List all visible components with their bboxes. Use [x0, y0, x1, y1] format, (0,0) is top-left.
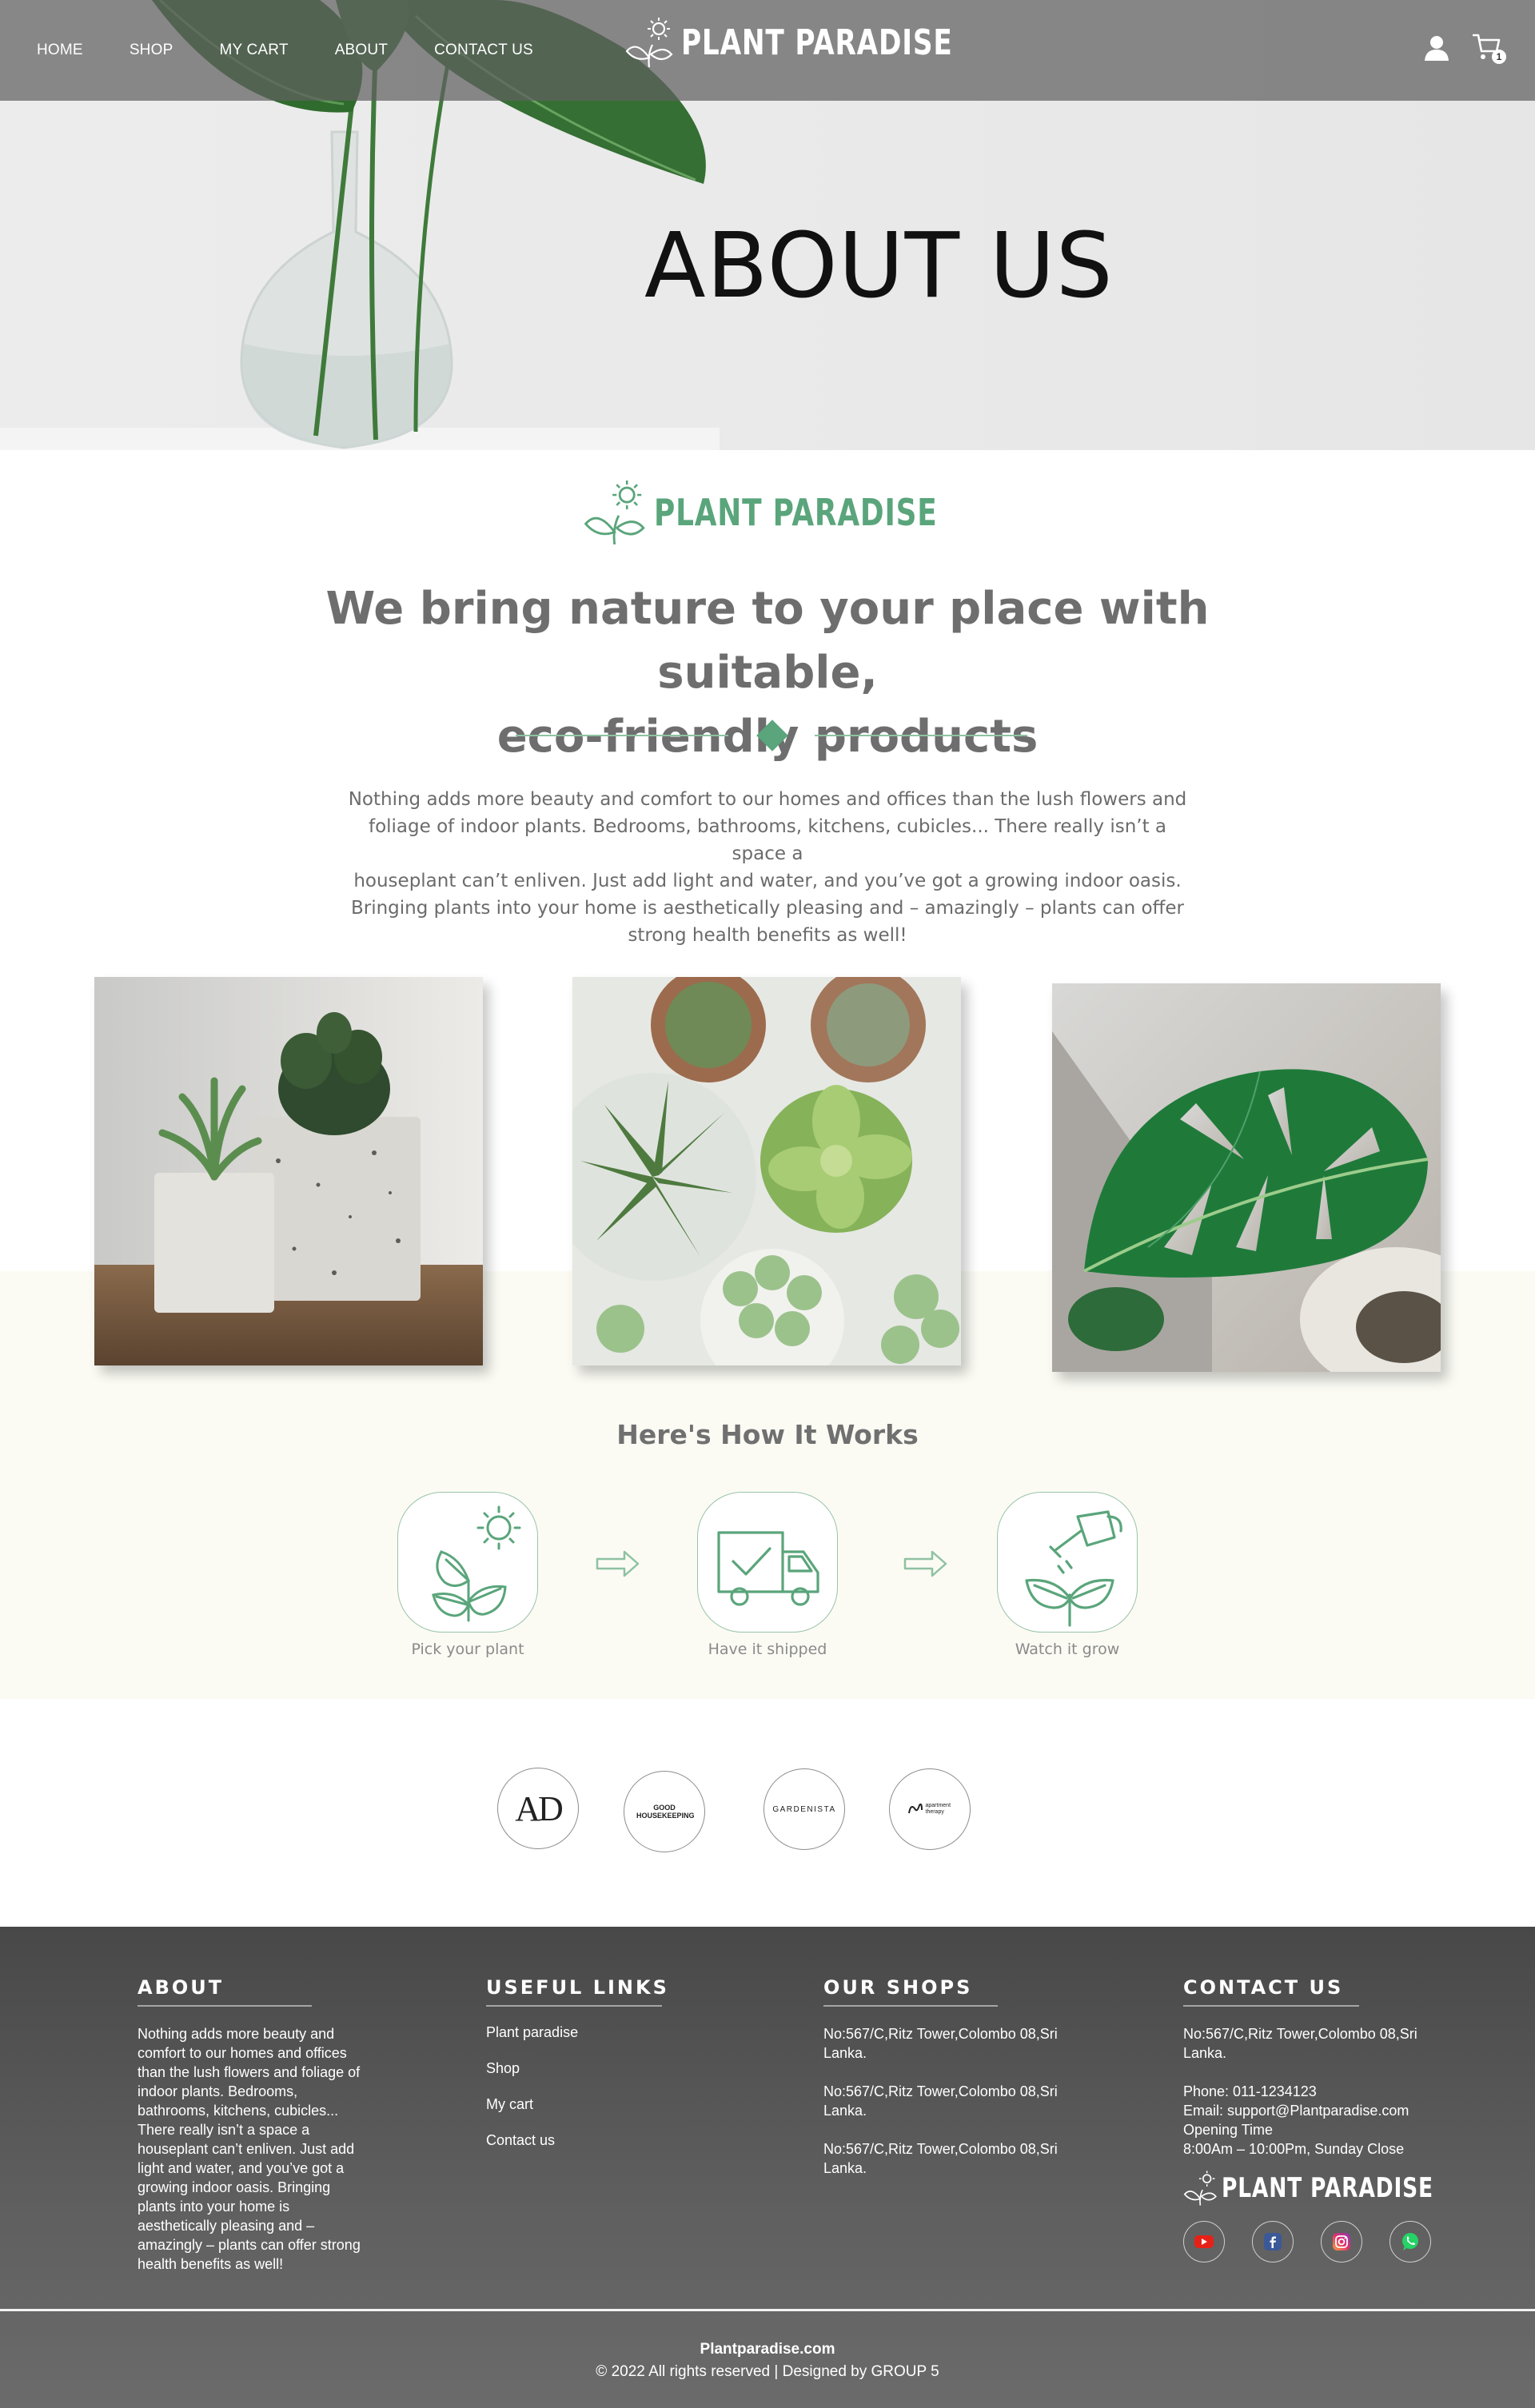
nav-my-cart[interactable]: MY CART: [219, 42, 288, 59]
brand-plant-sun-icon: [625, 18, 673, 68]
footer-links-heading: USEFUL LINKS: [486, 1976, 669, 1999]
step-label-pick: Pick your plant: [411, 1641, 524, 1658]
intro-brand-logo: PLANT PARADISE: [584, 478, 1017, 547]
concrete-pots-image: [94, 977, 483, 1365]
footer-shop-address-1: No:567/C,Ritz Tower,Colombo 08,Sri Lanka…: [823, 2026, 1058, 2061]
footer-hours: 8:00Am – 10:00Pm, Sunday Close: [1183, 2141, 1405, 2157]
plant-sun-icon: [432, 1505, 521, 1622]
intro-paragraph: Nothing adds more beauty and comfort to …: [348, 789, 1187, 946]
partner-gardenista-logo[interactable]: GARDENISTA: [764, 1768, 845, 1850]
delivery-truck-icon: [717, 1531, 819, 1606]
footer-site-name[interactable]: Plantparadise.com: [0, 2338, 1535, 2361]
nav-about[interactable]: ABOUT: [335, 42, 388, 59]
step-label-shipped: Have it shipped: [708, 1641, 827, 1658]
footer-hours-label: Opening Time: [1183, 2122, 1274, 2138]
footer-about-column: ABOUT Nothing adds more beauty and comfo…: [138, 1976, 377, 2274]
brand-logo[interactable]: PLANT PARADISE: [625, 16, 1029, 69]
apartment-therapy-mark-icon: [907, 1803, 923, 1814]
footer-shop-address-3: No:567/C,Ritz Tower,Colombo 08,Sri Lanka…: [823, 2141, 1058, 2176]
brand-plant-sun-icon: [584, 480, 645, 545]
footer-contact-address: No:567/C,Ritz Tower,Colombo 08,Sri Lanka…: [1183, 2026, 1417, 2061]
photo-succulents: [572, 977, 961, 1365]
brand-name: PLANT PARADISE: [681, 22, 953, 63]
footer-links-column: USEFUL LINKS Plant paradise Shop My cart…: [486, 1976, 669, 2168]
brand-plant-sun-icon: [1183, 2171, 1217, 2206]
footer-link-shop[interactable]: Shop: [486, 2060, 669, 2077]
user-icon[interactable]: [1423, 34, 1450, 62]
step-label-grow: Watch it grow: [1015, 1641, 1120, 1658]
nav-contact-us[interactable]: CONTACT US: [434, 42, 533, 59]
footer-shops-heading: OUR SHOPS: [823, 1976, 973, 1999]
main-nav: HOME SHOP MY CART ABOUT CONTACT US: [37, 42, 580, 59]
footer-phone: Phone: 011-1234123: [1183, 2083, 1317, 2099]
tagline-line-1: We bring nature to your place with suita…: [325, 583, 1210, 699]
footer-shops-column: OUR SHOPS No:567/C,Ritz Tower,Colombo 08…: [823, 1976, 1058, 2178]
footer-contact-column: CONTACT US No:567/C,Ritz Tower,Colombo 0…: [1183, 1976, 1493, 2262]
photo-concrete-pots: [94, 977, 483, 1365]
diamond-ornament: [756, 720, 788, 752]
watering-can-icon: [1025, 1510, 1122, 1627]
arrow-right-icon: [596, 1550, 640, 1577]
footer-about-heading: ABOUT: [138, 1976, 225, 1999]
step-pick-plant: [397, 1492, 538, 1633]
youtube-icon[interactable]: [1183, 2221, 1225, 2262]
how-it-works-title: Here's How It Works: [616, 1419, 919, 1450]
page-title: ABOUT US: [644, 214, 1114, 318]
top-navigation-bar: HOME SHOP MY CART ABOUT CONTACT US PLANT…: [0, 0, 1535, 101]
step-watch-grow: [997, 1492, 1138, 1633]
photo-monstera: [1052, 983, 1441, 1372]
succulents-image: [572, 977, 961, 1365]
arrow-right-icon: [903, 1550, 947, 1577]
instagram-icon[interactable]: [1321, 2221, 1362, 2262]
footer-copyright: Plantparadise.com © 2022 All rights rese…: [0, 2338, 1535, 2383]
facebook-icon[interactable]: [1252, 2221, 1294, 2262]
intro-brand-name: PLANT PARADISE: [654, 491, 938, 534]
footer-link-plant-paradise[interactable]: Plant paradise: [486, 2024, 669, 2041]
nav-shop[interactable]: SHOP: [130, 42, 173, 59]
footer-link-contact-us[interactable]: Contact us: [486, 2132, 669, 2149]
monstera-image: [1052, 983, 1441, 1372]
social-links: [1183, 2221, 1493, 2262]
footer-brand-logo: PLANT PARADISE: [1183, 2170, 1493, 2207]
partner-good-housekeeping-logo[interactable]: GOOD HOUSEKEEPING: [624, 1771, 705, 1852]
hero-banner: HOME SHOP MY CART ABOUT CONTACT US PLANT…: [0, 0, 1535, 450]
footer-contact-details: Phone: 011-1234123 Email: support@Plantp…: [1183, 2082, 1493, 2159]
footer-contact-heading: CONTACT US: [1183, 1976, 1344, 1999]
section-divider: [516, 720, 1027, 752]
footer-link-my-cart[interactable]: My cart: [486, 2096, 669, 2113]
footer-email[interactable]: Email: support@Plantparadise.com: [1183, 2103, 1409, 2119]
nav-home[interactable]: HOME: [37, 42, 83, 59]
footer-about-text: Nothing adds more beauty and comfort to …: [138, 2026, 361, 2272]
step-have-shipped: [697, 1492, 838, 1633]
partner-ad-logo[interactable]: AD: [497, 1768, 579, 1849]
cart-button[interactable]: 1: [1471, 32, 1506, 64]
cart-count-badge: 1: [1492, 50, 1506, 64]
header-actions: 1: [1423, 32, 1506, 64]
footer-divider: [0, 2309, 1535, 2311]
footer-copyright-text: © 2022 All rights reserved | Designed by…: [596, 2363, 939, 2380]
partner-apartment-therapy-logo[interactable]: apartment therapy: [889, 1768, 971, 1850]
whatsapp-icon[interactable]: [1389, 2221, 1431, 2262]
footer-shop-address-2: No:567/C,Ritz Tower,Colombo 08,Sri Lanka…: [823, 2083, 1058, 2119]
